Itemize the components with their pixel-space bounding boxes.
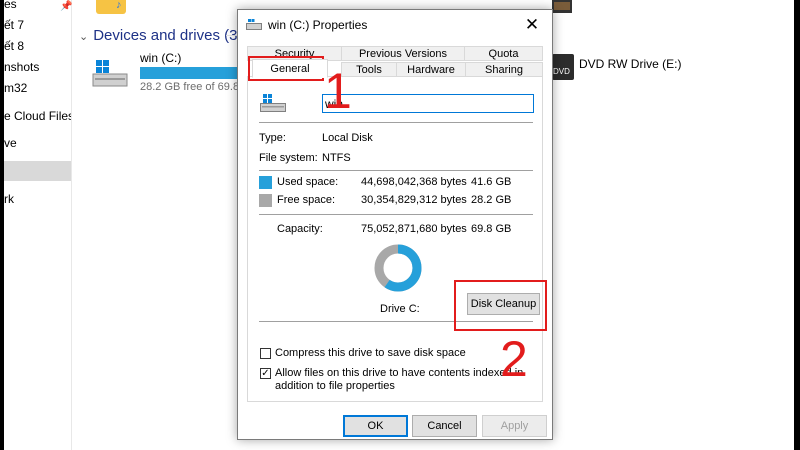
capacity-label: Capacity:	[277, 223, 323, 235]
used-space-label: Used space:	[277, 176, 339, 188]
type-label: Type:	[259, 132, 286, 144]
used-space-swatch	[259, 176, 272, 189]
free-space-gb: 28.2 GB	[471, 194, 512, 206]
annotation-box-disk-cleanup	[454, 280, 547, 331]
windows-drive-icon	[260, 94, 286, 112]
cancel-button[interactable]: Cancel	[412, 415, 477, 437]
compress-label: Compress this drive to save disk space	[275, 347, 466, 359]
separator	[259, 170, 533, 171]
ok-button[interactable]: OK	[343, 415, 408, 437]
tab-previous-versions[interactable]: Previous Versions	[341, 46, 465, 61]
dialog-title: win (C:) Properties	[268, 18, 368, 32]
nav-item[interactable]: m32	[4, 78, 71, 98]
tab-quota[interactable]: Quota	[464, 46, 543, 61]
chevron-down-icon: ⌄	[79, 31, 89, 43]
capacity-bytes: 75,052,871,680 bytes	[361, 223, 467, 235]
file-system-label: File system:	[259, 152, 318, 164]
dvd-drive-tile[interactable]: DVD DVD RW Drive (E:)	[552, 54, 752, 82]
close-button[interactable]: ✕	[512, 10, 552, 40]
used-space-gb: 41.6 GB	[471, 176, 512, 188]
separator	[259, 214, 533, 215]
type-value: Local Disk	[322, 132, 373, 144]
screenshot-frame: es 📌 ết 7 ết 8 nshots m32 e Cloud Files …	[4, 0, 794, 450]
free-space-bytes: 30,354,829,312 bytes	[361, 194, 467, 206]
drive-c-tile[interactable]: win (C:) 28.2 GB free of 69.8 GB	[92, 50, 258, 93]
tab-sharing[interactable]: Sharing	[465, 62, 543, 77]
dvd-icon-text: DVD	[553, 67, 570, 76]
nav-item[interactable]: ve	[4, 133, 71, 153]
index-checkbox[interactable]: ✓	[260, 368, 271, 379]
navigation-pane: es 📌 ết 7 ết 8 nshots m32 e Cloud Files …	[4, 0, 72, 450]
nav-item[interactable]: ết 8	[4, 36, 71, 56]
drive-c-name: win (C:)	[140, 51, 182, 65]
drive-c-usage-bar	[140, 67, 241, 79]
tab-hardware[interactable]: Hardware	[396, 62, 466, 77]
nav-item[interactable]: ết 7	[4, 15, 71, 35]
compress-checkbox[interactable]	[260, 348, 271, 359]
file-system-value: NTFS	[322, 152, 351, 164]
dvd-drive-icon: DVD	[552, 54, 574, 80]
apply-button[interactable]: Apply	[482, 415, 547, 437]
annotation-step-1: 1	[324, 63, 352, 119]
capacity-gb: 69.8 GB	[471, 223, 512, 235]
index-label: Allow files on this drive to have conten…	[275, 367, 524, 392]
drive-name-input[interactable]	[322, 94, 534, 113]
devices-section-header[interactable]: ⌄ Devices and drives (3)	[79, 27, 242, 44]
nav-item[interactable]: nshots	[4, 57, 71, 77]
drive-icon	[246, 19, 262, 30]
dialog-title-bar[interactable]: win (C:) Properties ✕	[238, 10, 552, 40]
free-space-swatch	[259, 194, 272, 207]
annotation-step-2: 2	[500, 331, 528, 387]
free-space-label: Free space:	[277, 194, 336, 206]
close-icon: ✕	[524, 15, 540, 34]
music-icon: ♪	[116, 0, 122, 11]
nav-item[interactable]: rk	[4, 189, 71, 209]
nav-item-selected[interactable]	[4, 161, 71, 181]
devices-section-title: Devices and drives (3)	[93, 27, 243, 44]
windows-drive-icon	[92, 60, 128, 87]
separator	[259, 122, 533, 123]
nav-item[interactable]: e Cloud Files	[4, 106, 71, 126]
pin-icon: 📌	[60, 1, 73, 12]
video-thumbnail	[554, 2, 570, 10]
tab-general[interactable]: General	[252, 59, 328, 78]
drive-label: Drive C:	[380, 303, 420, 315]
disk-usage-donut-chart	[374, 244, 422, 292]
used-space-bytes: 44,698,042,368 bytes	[361, 176, 467, 188]
dvd-drive-label: DVD RW Drive (E:)	[579, 57, 682, 71]
